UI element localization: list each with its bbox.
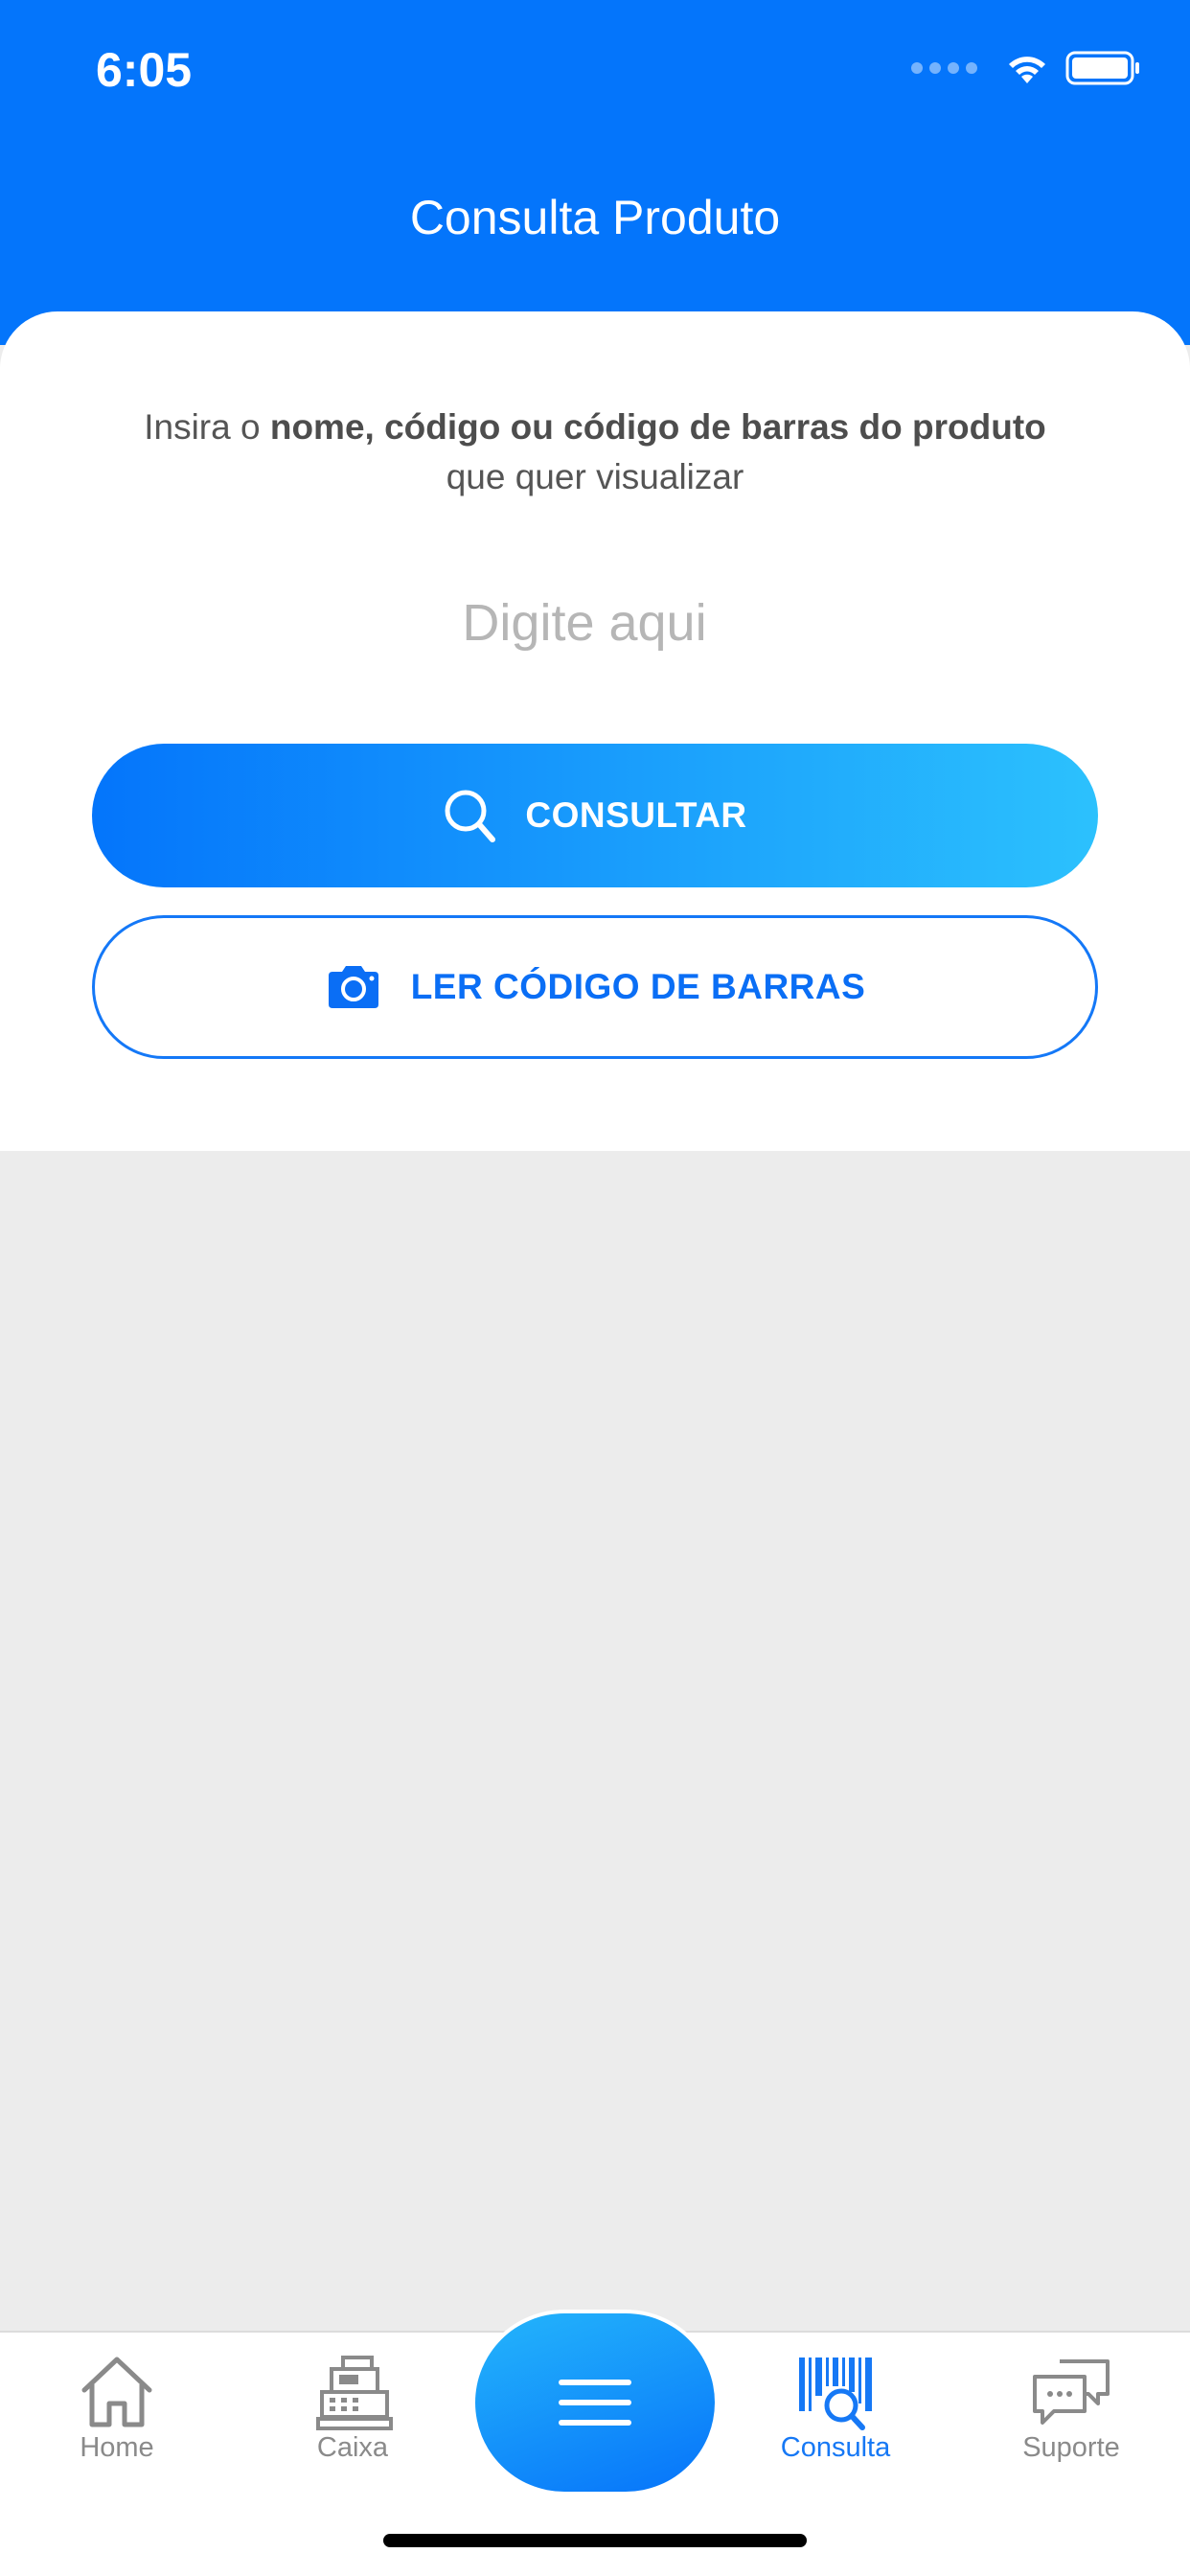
tab-suporte[interactable]: Suporte [975, 2354, 1167, 2464]
menu-button[interactable] [475, 2313, 715, 2492]
tab-caixa[interactable]: Caixa [257, 2354, 448, 2464]
instruction-text: Insira o nome, código ou código de barra… [0, 402, 1190, 502]
wifi-icon [1009, 57, 1045, 83]
cellular-signal-icon [911, 62, 977, 74]
status-time: 6:05 [96, 43, 193, 97]
ler-codigo-label: LER CÓDIGO DE BARRAS [410, 967, 866, 1006]
header: 6:05 Consulta Produto [0, 0, 1190, 345]
tab-caixa-label: Caixa [316, 2432, 389, 2463]
search-input[interactable] [192, 585, 977, 661]
instruction-prefix: Insira o [144, 407, 261, 447]
search-icon [443, 788, 496, 843]
consultar-label: CONSULTAR [525, 795, 747, 835]
instruction-bold: nome, código ou código de barras do prod… [269, 407, 1046, 447]
cash-register-icon [316, 2356, 393, 2430]
tab-consulta-label: Consulta [780, 2432, 891, 2463]
barcode-search-icon [799, 2358, 872, 2430]
home-indicator [383, 2534, 807, 2547]
tab-consulta[interactable]: Consulta [740, 2354, 931, 2464]
tab-home-label: Home [80, 2432, 154, 2463]
status-icons [911, 50, 1142, 86]
ler-codigo-button[interactable]: LER CÓDIGO DE BARRAS [92, 915, 1098, 1059]
camera-icon [325, 964, 382, 1010]
chat-support-icon [1033, 2359, 1110, 2425]
home-icon [81, 2357, 152, 2427]
instruction-suffix: que quer visualizar [446, 457, 744, 496]
tab-suporte-label: Suporte [1022, 2432, 1120, 2463]
battery-icon [1065, 51, 1139, 85]
page-title: Consulta Produto [409, 191, 781, 244]
consultar-button[interactable]: CONSULTAR [92, 744, 1098, 887]
tab-home[interactable]: Home [21, 2354, 213, 2464]
menu-icon [559, 2380, 631, 2426]
